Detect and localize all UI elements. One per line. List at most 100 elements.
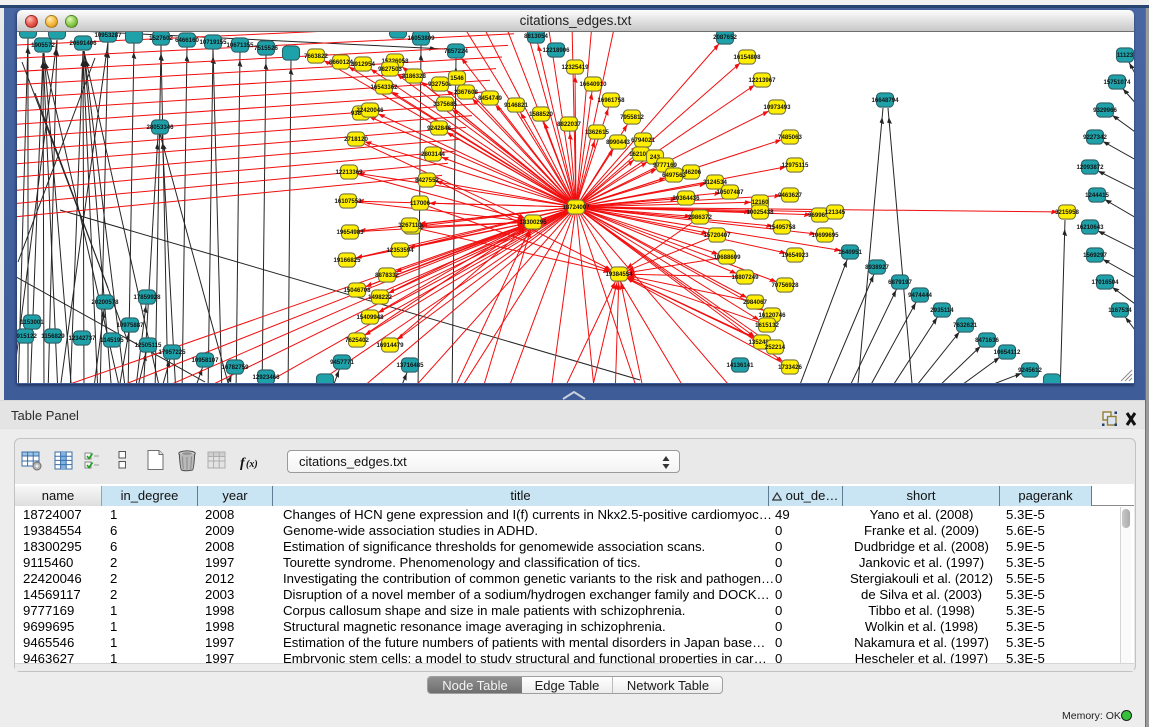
svg-text:9242848: 9242848 — [427, 125, 451, 132]
svg-text:8990443: 8990443 — [606, 139, 630, 146]
svg-text:14136141: 14136141 — [726, 362, 754, 369]
svg-text:16210643: 16210643 — [1076, 224, 1104, 231]
svg-text:6794021: 6794021 — [631, 137, 655, 144]
svg-text:3267110: 3267110 — [398, 222, 422, 229]
svg-text:9474444: 9474444 — [908, 292, 932, 299]
svg-text:10719155: 10719155 — [199, 39, 227, 46]
svg-text:1156829: 1156829 — [41, 333, 65, 340]
svg-text:15495758: 15495758 — [768, 224, 796, 231]
svg-text:7632621: 7632621 — [953, 322, 977, 329]
svg-text:12325419: 12325419 — [561, 64, 589, 71]
svg-text:8454749: 8454749 — [478, 95, 502, 102]
svg-text:16640910: 16640910 — [579, 81, 607, 88]
svg-text:121345: 121345 — [825, 209, 846, 216]
svg-text:9227342: 9227342 — [1083, 134, 1107, 141]
svg-text:7515526: 7515526 — [254, 45, 278, 52]
svg-text:10953287: 10953287 — [94, 32, 122, 39]
svg-text:18300295: 18300295 — [519, 219, 547, 226]
svg-text:1733426: 1733426 — [778, 364, 802, 371]
svg-text:1244415: 1244415 — [1085, 192, 1109, 199]
svg-text:16154808: 16154808 — [733, 54, 761, 61]
svg-text:1546: 1546 — [450, 75, 464, 82]
svg-text:2986372: 2986372 — [688, 214, 712, 221]
svg-text:19384554: 19384554 — [605, 271, 633, 278]
svg-text:20691406: 20691406 — [69, 40, 97, 47]
svg-text:1615132: 1615132 — [755, 322, 779, 329]
svg-text:1527602: 1527602 — [149, 35, 173, 42]
svg-text:10507487: 10507487 — [716, 189, 744, 196]
svg-text:10654112: 10654112 — [994, 349, 1021, 356]
svg-text:11123: 11123 — [1117, 52, 1134, 59]
svg-text:(x): (x) — [246, 459, 258, 470]
svg-text:10699695: 10699695 — [811, 232, 839, 239]
svg-text:10025438: 10025438 — [746, 209, 774, 216]
svg-text:12353594: 12353594 — [386, 247, 414, 254]
svg-text:9457771: 9457771 — [330, 359, 354, 366]
svg-text:12213369: 12213369 — [335, 169, 363, 176]
svg-text:7955812: 7955812 — [620, 114, 644, 121]
svg-text:252214: 252214 — [765, 344, 786, 351]
svg-text:8938927: 8938927 — [865, 264, 889, 271]
svg-text:16961758: 16961758 — [597, 97, 625, 104]
svg-text:16107553: 16107553 — [334, 198, 362, 205]
svg-text:10671355: 10671355 — [226, 42, 254, 49]
svg-text:7857224: 7857224 — [444, 48, 468, 55]
svg-text:7663822: 7663822 — [304, 53, 328, 60]
svg-text:1905572: 1905572 — [31, 42, 55, 49]
svg-text:9146821: 9146821 — [504, 102, 528, 109]
svg-text:2984067: 2984067 — [743, 299, 767, 306]
svg-text:18724007: 18724007 — [562, 204, 590, 211]
svg-text:70756928: 70756928 — [771, 282, 799, 289]
svg-text:6466160: 6466160 — [175, 37, 199, 44]
svg-text:1167534: 1167534 — [1108, 307, 1132, 314]
svg-text:12093872: 12093872 — [1076, 164, 1104, 171]
svg-text:3215958: 3215958 — [1055, 209, 1079, 216]
svg-text:19654983: 19654983 — [336, 229, 364, 236]
svg-text:15409948: 15409948 — [356, 314, 384, 321]
svg-text:12923466: 12923466 — [252, 374, 280, 381]
svg-text:2718120: 2718120 — [344, 136, 368, 143]
svg-text:10688609: 10688609 — [713, 254, 741, 261]
svg-text:1569297: 1569297 — [1083, 252, 1107, 259]
svg-text:17957225: 17957225 — [158, 349, 186, 356]
svg-text:1145195: 1145195 — [100, 337, 124, 344]
svg-text:16053809: 16053809 — [407, 35, 435, 42]
svg-text:12218906: 12218906 — [542, 47, 570, 54]
svg-text:6497563: 6497563 — [662, 172, 686, 179]
svg-text:6879197: 6879197 — [888, 279, 912, 286]
svg-text:17859928: 17859928 — [133, 294, 161, 301]
svg-text:8427552: 8427552 — [415, 177, 439, 184]
svg-text:17016504: 17016504 — [1091, 279, 1119, 286]
svg-text:12213967: 12213967 — [748, 77, 776, 84]
svg-text:7485063: 7485063 — [778, 134, 802, 141]
svg-text:12505115: 12505115 — [135, 342, 162, 349]
svg-text:16543362: 16543362 — [370, 84, 398, 91]
svg-text:2935114: 2935114 — [930, 307, 954, 314]
svg-text:9329966: 9329966 — [1093, 107, 1117, 114]
svg-text:3915122: 3915122 — [17, 333, 37, 340]
svg-text:8660124: 8660124 — [329, 59, 353, 66]
svg-text:18807249: 18807249 — [731, 274, 759, 281]
svg-text:1588520: 1588520 — [529, 111, 553, 118]
svg-text:13716485: 13716485 — [396, 362, 424, 369]
svg-text:10958107: 10958107 — [191, 357, 219, 364]
svg-text:15751074: 15751074 — [1103, 79, 1131, 86]
svg-text:19654923: 19654923 — [781, 252, 809, 259]
svg-text:9827503: 9827503 — [378, 66, 402, 73]
svg-text:9463627: 9463627 — [778, 192, 802, 199]
svg-text:19166825: 19166825 — [333, 257, 361, 264]
svg-text:1640951: 1640951 — [838, 249, 862, 256]
svg-text:8471636: 8471636 — [975, 337, 999, 344]
svg-text:3375685: 3375685 — [433, 101, 457, 108]
svg-text:7625402: 7625402 — [345, 337, 369, 344]
svg-text:15720407: 15720407 — [703, 232, 731, 239]
svg-text:20200578: 20200578 — [91, 299, 119, 306]
svg-text:12975115: 12975115 — [782, 162, 809, 169]
svg-text:16782759: 16782759 — [221, 364, 249, 371]
svg-text:2803144: 2803144 — [421, 151, 445, 158]
svg-text:1498222: 1498222 — [368, 294, 392, 301]
svg-text:2367608: 2367608 — [454, 89, 478, 96]
svg-text:12342737: 12342737 — [68, 335, 96, 342]
svg-text:8912954: 8912954 — [351, 61, 375, 68]
svg-text:28053346: 28053346 — [146, 124, 174, 131]
